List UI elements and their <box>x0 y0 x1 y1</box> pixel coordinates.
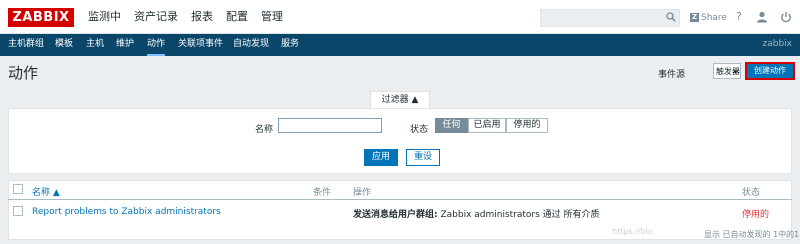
column-header-status: 状态 <box>742 188 761 198</box>
share-link[interactable]: Z Share <box>690 11 727 24</box>
status-option-any[interactable]: 任何 <box>435 118 468 133</box>
column-header-operations: 操作 <box>353 188 372 198</box>
filter-name-input[interactable] <box>278 118 382 133</box>
status-option-enabled[interactable]: 已启用 <box>468 118 506 133</box>
filter-status-label: 状态 <box>410 125 429 135</box>
apply-button[interactable]: 应用 <box>364 149 398 166</box>
menu-configuration[interactable]: 配置 <box>222 0 252 34</box>
submenu-maintenance[interactable]: 维护 <box>116 34 134 56</box>
filter-tab[interactable]: 过滤器 ▲ <box>370 91 430 108</box>
submenu-services[interactable]: 服务 <box>281 34 299 56</box>
column-header-conditions: 条件 <box>313 188 332 198</box>
status-option-disabled[interactable]: 停用的 <box>506 118 548 133</box>
reset-button[interactable]: 重设 <box>406 149 440 166</box>
menu-administration[interactable]: 管理 <box>257 0 287 34</box>
main-menu: 监测中 资产记录 报表 配置 管理 <box>84 0 292 34</box>
menu-inventory[interactable]: 资产记录 <box>130 0 182 34</box>
row-checkbox[interactable] <box>13 206 23 216</box>
menu-monitoring[interactable]: 监测中 <box>84 0 125 34</box>
operation-detail: Zabbix administrators 通过 所有介质 <box>437 210 600 220</box>
user-profile-icon[interactable] <box>756 11 768 23</box>
select-all-checkbox[interactable] <box>13 184 23 194</box>
action-name-link[interactable]: Report problems to Zabbix administrators <box>32 207 221 217</box>
submenu-templates[interactable]: 模板 <box>55 34 73 56</box>
share-badge-icon: Z <box>690 13 699 22</box>
sub-menu: 主机群组 模板 主机 维护 动作 关联项事件 自动发现 服务 zabbix <box>0 34 800 56</box>
submenu-event-correlation[interactable]: 关联项事件 <box>178 34 223 56</box>
create-action-button[interactable]: 创建动作 <box>745 62 795 80</box>
status-toggle-link[interactable]: 停用的 <box>742 207 769 220</box>
top-bar: ZABBIX 监测中 资产记录 报表 配置 管理 Z Share ? <box>0 0 800 34</box>
table-header-divider <box>8 199 792 200</box>
submenu-actions[interactable]: 动作 <box>147 34 166 56</box>
page-title: 动作 <box>8 64 39 82</box>
action-operations: 发送消息给用户群组: Zabbix administrators 通过 所有介质 <box>353 207 600 220</box>
menu-reports[interactable]: 报表 <box>187 0 217 34</box>
search-icon[interactable] <box>666 12 676 22</box>
chevron-down-icon <box>733 70 738 74</box>
filter-name-label: 名称 <box>255 125 274 135</box>
server-name: zabbix <box>762 39 793 49</box>
zabbix-logo[interactable]: ZABBIX <box>8 8 74 27</box>
filter-panel <box>8 108 792 174</box>
event-source-select[interactable]: 触发器 <box>713 63 741 79</box>
operation-type: 发送消息给用户群组: <box>353 210 438 220</box>
event-source-label: 事件源 <box>658 70 686 80</box>
sign-out-icon[interactable] <box>780 11 792 23</box>
column-header-name[interactable]: 名称 ▲ <box>32 185 60 198</box>
submenu-discovery[interactable]: 自动发现 <box>233 34 269 56</box>
submenu-hosts[interactable]: 主机 <box>86 34 104 56</box>
search-input[interactable] <box>540 9 680 27</box>
help-icon[interactable]: ? <box>736 10 742 23</box>
share-label: Share <box>701 12 727 23</box>
watermark-text: https://blo <box>612 227 653 236</box>
table-footer-count: 显示 已自动发现的 1中的1 <box>704 230 800 239</box>
submenu-host-groups[interactable]: 主机群组 <box>8 34 44 56</box>
